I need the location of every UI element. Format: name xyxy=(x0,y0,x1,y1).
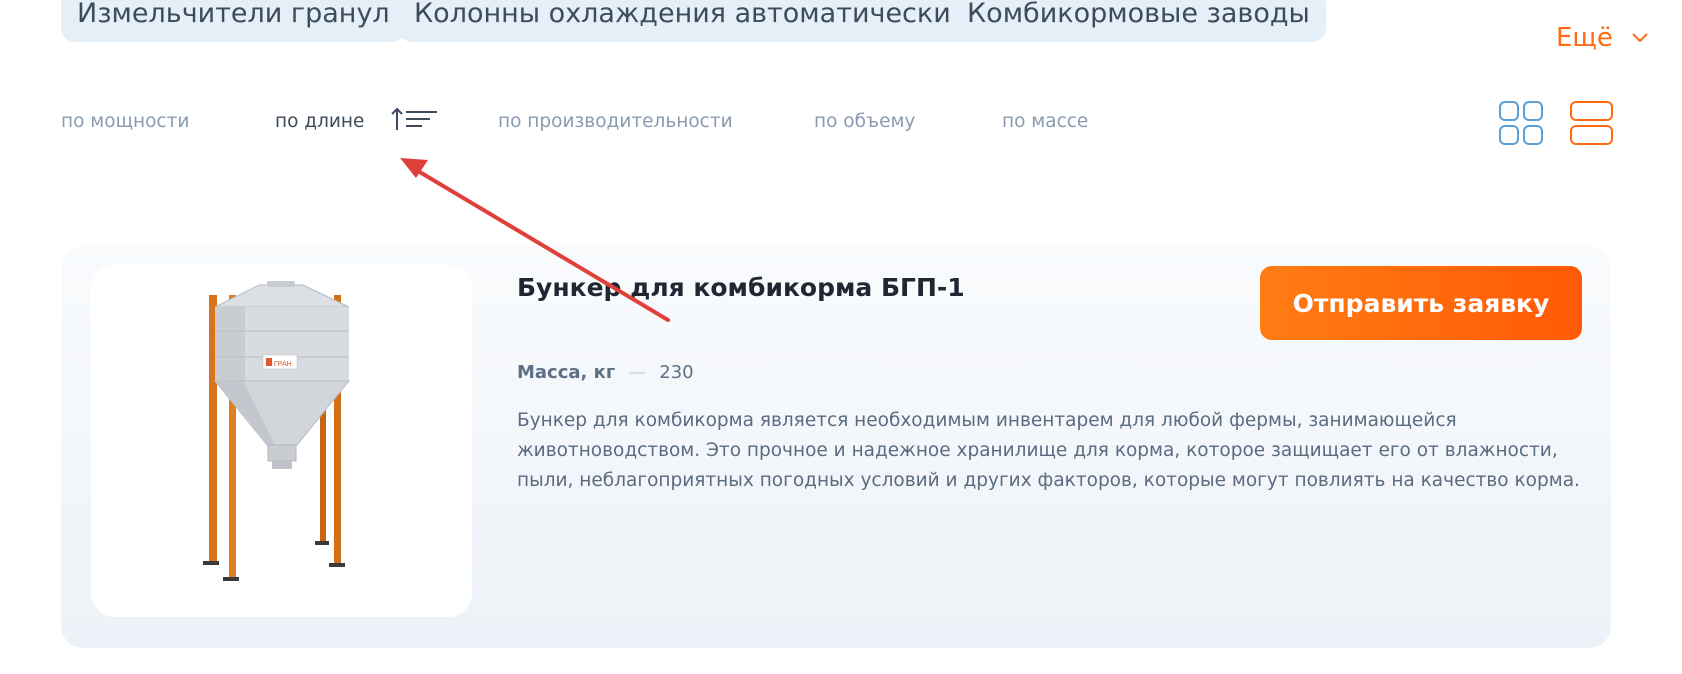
send-request-button[interactable]: Отправить заявку xyxy=(1260,266,1582,340)
image-brand-label: ГРАН xyxy=(274,361,292,368)
sort-by-length[interactable]: по длине xyxy=(275,111,364,132)
product-description: Бункер для комбикорма является необходим… xyxy=(517,410,1580,491)
spec-value: 230 xyxy=(659,362,694,383)
category-chip-feed-mills[interactable]: Комбикормовые заводы xyxy=(951,0,1326,42)
spec-label: Масса, кг xyxy=(517,362,616,383)
spec-row-mass: Масса, кг 230 xyxy=(517,362,694,383)
category-chip-cooling-columns[interactable]: Колонны охлаждения автоматические xyxy=(398,0,984,42)
sort-direction-ascending-icon[interactable] xyxy=(390,106,438,136)
product-title[interactable]: Бункер для комбикорма БГП-1 xyxy=(517,273,965,302)
sort-by-mass[interactable]: по массе xyxy=(1002,111,1088,132)
spec-divider xyxy=(629,371,646,374)
list-view-icon[interactable] xyxy=(1569,100,1615,150)
sort-by-productivity[interactable]: по производительности xyxy=(498,111,733,132)
more-label: Ещё xyxy=(1556,23,1613,53)
product-image[interactable]: ГРАН xyxy=(91,265,472,617)
category-chip-pellet-crushers[interactable]: Измельчители гранул xyxy=(61,0,406,42)
chevron-down-icon xyxy=(1632,33,1648,43)
sort-by-volume[interactable]: по объему xyxy=(814,111,915,132)
feed-bunker-illustration: ГРАН xyxy=(203,281,351,581)
sort-by-power[interactable]: по мощности xyxy=(61,111,189,132)
grid-view-icon[interactable] xyxy=(1498,100,1544,150)
more-categories-button[interactable]: Ещё xyxy=(1556,23,1649,53)
